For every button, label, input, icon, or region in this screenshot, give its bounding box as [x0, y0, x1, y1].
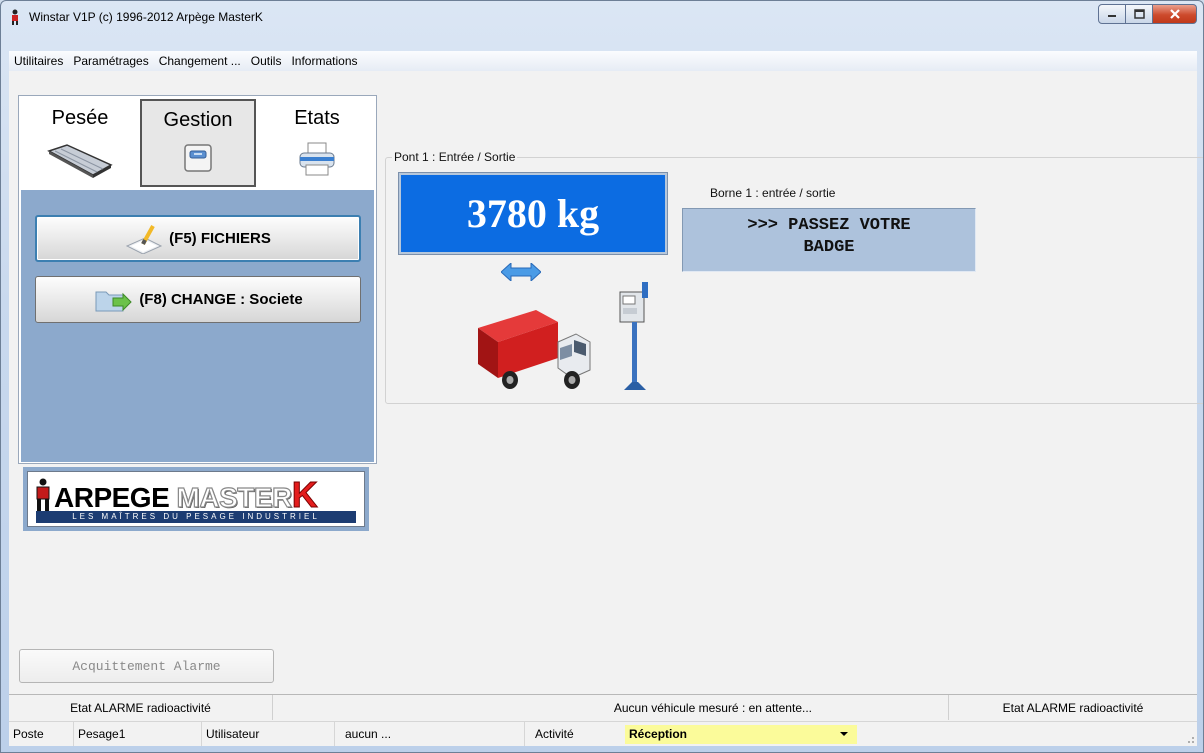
menu-utilitaires[interactable]: Utilitaires — [9, 54, 68, 68]
fichiers-button-label: (F5) FICHIERS — [169, 230, 271, 247]
folder-arrow-icon — [95, 291, 133, 311]
weighbridge-icon — [47, 144, 113, 178]
borne-message: >>> PASSEZ VOTRE BADGE — [682, 208, 976, 272]
close-button[interactable] — [1153, 4, 1197, 24]
edit-document-icon — [125, 224, 163, 254]
tab-pesee[interactable]: Pesée — [22, 99, 138, 187]
logo-tagline: LES MAÎTRES DU PESAGE INDUSTRIEL — [36, 511, 356, 523]
status-bar: Etat ALARME radioactivité Aucun véhicule… — [9, 694, 1197, 720]
file-drawer-icon — [184, 144, 212, 172]
activity-select[interactable]: Réception — [625, 724, 857, 744]
truck-icon — [478, 310, 591, 389]
borne-label: Borne 1 : entrée / sortie — [710, 186, 836, 200]
logo-figure-icon — [36, 478, 50, 514]
window-title: Winstar V1P (c) 1996-2012 Arpège MasterK — [29, 10, 263, 24]
menu-informations[interactable]: Informations — [286, 54, 362, 68]
info-bar: Poste Pesage1 Utilisateur aucun ... Acti… — [9, 721, 1197, 746]
tab-etats-label: Etats — [294, 107, 340, 129]
client-area: Pesée Gestion Etats (F5) FICHIERS (F8) C… — [9, 71, 1203, 746]
user-value: aucun ... — [335, 722, 525, 746]
bridge-group-title: Pont 1 : Entrée / Sortie — [392, 150, 518, 164]
menu-bar: Utilitaires Paramétrages Changement ... … — [9, 51, 1197, 71]
title-bar: Winstar V1P (c) 1996-2012 Arpège MasterK — [1, 1, 1203, 49]
menu-parametrages[interactable]: Paramétrages — [68, 54, 153, 68]
status-vehicle: Aucun véhicule mesuré : en attente... — [273, 695, 949, 720]
status-alarm-left: Etat ALARME radioactivité — [9, 695, 273, 720]
fichiers-button[interactable]: (F5) FICHIERS — [35, 215, 361, 262]
navigation-panel: Pesée Gestion Etats (F5) FICHIERS (F8) C… — [18, 95, 377, 464]
close-icon — [1169, 9, 1180, 19]
actions-area: (F5) FICHIERS (F8) CHANGE : Societe — [21, 190, 374, 462]
change-societe-button[interactable]: (F8) CHANGE : Societe — [35, 276, 361, 323]
resize-grip-icon[interactable] — [1185, 734, 1195, 744]
tab-pesee-label: Pesée — [51, 107, 109, 129]
window-controls — [1098, 4, 1197, 24]
badge-terminal-icon — [619, 282, 648, 390]
logo-text: ARPEGE MASTERK — [54, 474, 318, 516]
chevron-down-icon — [840, 732, 848, 736]
minimize-icon — [1108, 15, 1116, 17]
change-societe-button-label: (F8) CHANGE : Societe — [139, 291, 303, 308]
poste-label: Poste — [9, 722, 74, 746]
maximize-icon — [1133, 9, 1145, 19]
status-alarm-right: Etat ALARME radioactivité — [1002, 700, 1144, 715]
menu-outils[interactable]: Outils — [246, 54, 287, 68]
arpege-masterk-logo: ARPEGE MASTERK LES MAÎTRES DU PESAGE IND… — [23, 467, 369, 531]
app-window: Winstar V1P (c) 1996-2012 Arpège MasterK… — [0, 0, 1204, 753]
tab-etats[interactable]: Etats — [259, 99, 375, 187]
activity-value: Réception — [629, 727, 688, 741]
minimize-button[interactable] — [1098, 4, 1126, 24]
activity-label: Activité — [535, 727, 574, 741]
weigher-app-icon — [12, 9, 18, 25]
printer-icon — [299, 142, 335, 176]
bridge-group: Pont 1 : Entrée / Sortie 3780 kg Borne 1… — [385, 150, 1203, 404]
acquittement-alarme-button[interactable]: Acquittement Alarme — [19, 649, 274, 683]
user-label: Utilisateur — [202, 722, 335, 746]
menu-changement[interactable]: Changement ... — [154, 54, 246, 68]
tab-gestion[interactable]: Gestion — [140, 99, 256, 187]
poste-value: Pesage1 — [74, 722, 202, 746]
weight-display: 3780 kg — [399, 173, 667, 254]
tab-gestion-label: Gestion — [163, 109, 233, 131]
maximize-button[interactable] — [1126, 4, 1153, 24]
bidirectional-arrow-icon — [501, 263, 541, 281]
